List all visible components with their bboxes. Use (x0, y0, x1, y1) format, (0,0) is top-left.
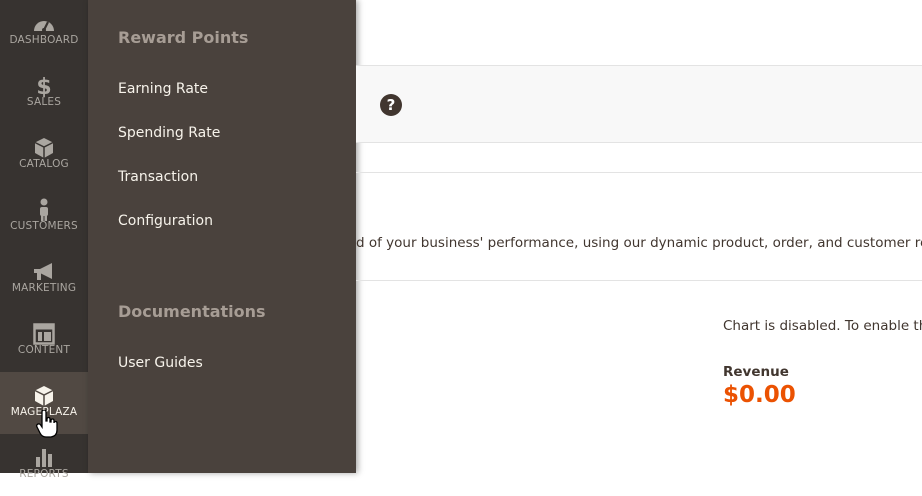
dollar-icon: $ (0, 74, 88, 98)
chart-disabled-message: Chart is disabled. To enable the (723, 318, 922, 334)
dashboard-icon (0, 12, 88, 36)
spending-rate-link[interactable]: Spending Rate (118, 125, 220, 141)
documentations-heading: Documentations (118, 302, 266, 321)
nav-item-marketing[interactable]: MARKETING (0, 248, 88, 310)
nav-label-catalog: CATALOG (19, 158, 69, 170)
divider (356, 172, 922, 173)
bar-chart-icon (0, 446, 88, 470)
nav-item-catalog[interactable]: CATALOG (0, 124, 88, 186)
person-icon (0, 198, 88, 222)
nav-item-reports[interactable]: REPORTS (0, 434, 88, 496)
earning-rate-link[interactable]: Earning Rate (118, 81, 208, 97)
revenue-value: $0.00 (723, 382, 796, 408)
svg-text:$: $ (36, 75, 51, 98)
mageplaza-submenu: Reward Points Earning Rate Spending Rate… (88, 0, 356, 473)
user-guides-link[interactable]: User Guides (118, 355, 203, 371)
megaphone-icon (0, 260, 88, 284)
divider (356, 280, 922, 281)
box-icon (0, 384, 88, 408)
configuration-link[interactable]: Configuration (118, 213, 213, 229)
nav-item-mageplaza[interactable]: MAGEPLAZA (0, 372, 88, 434)
dashboard-main: ? d of your business' performance, using… (356, 0, 922, 473)
layout-icon (0, 322, 88, 346)
box-icon (0, 136, 88, 160)
nav-label-dashboard: DASHBOARD (9, 34, 79, 46)
nav-label-mageplaza: MAGEPLAZA (10, 406, 78, 418)
help-icon[interactable]: ? (380, 94, 402, 116)
page-actions-bar: ? (356, 65, 922, 143)
nav-item-sales[interactable]: $ SALES (0, 62, 88, 124)
admin-sidebar: DASHBOARD $ SALES CATALOG CUSTOMERS MARK… (0, 0, 88, 480)
revenue-label: Revenue (723, 364, 789, 380)
nav-label-reports: REPORTS (19, 468, 69, 480)
reward-points-heading: Reward Points (118, 28, 249, 47)
nav-item-customers[interactable]: CUSTOMERS (0, 186, 88, 248)
dashboard-description: d of your business' performance, using o… (356, 235, 922, 251)
nav-label-marketing: MARKETING (11, 282, 77, 294)
nav-label-customers: CUSTOMERS (10, 220, 78, 232)
transaction-link[interactable]: Transaction (118, 169, 198, 185)
nav-item-content[interactable]: CONTENT (0, 310, 88, 372)
nav-label-content: CONTENT (17, 344, 71, 356)
nav-item-dashboard[interactable]: DASHBOARD (0, 0, 88, 62)
nav-label-sales: SALES (26, 96, 62, 108)
